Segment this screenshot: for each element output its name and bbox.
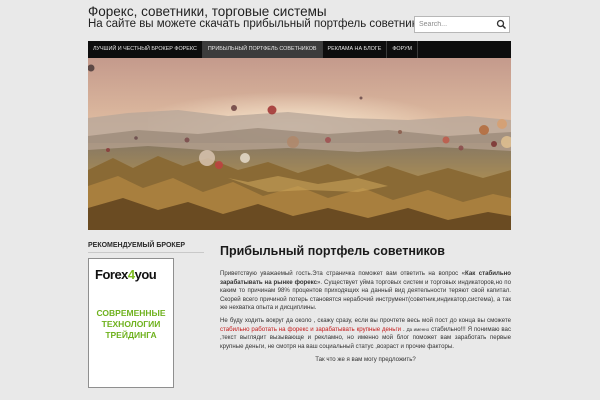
nav-item-forum[interactable]: ФОРУМ — [387, 41, 419, 58]
main-nav: ЛУЧШИЙ И ЧЕСТНЫЙ БРОКЕР ФОРЕКС ПРИБЫЛЬНЫ… — [88, 41, 511, 58]
slogan-line-2: ТЕХНОЛОГИИ — [101, 319, 161, 329]
offer-question: Так что же я вам могу предложить? — [315, 355, 416, 363]
paragraph-promise: Не буду ходить вокруг да около , скажу с… — [220, 317, 511, 350]
site-description: На сайте вы можете скачать прибыльный по… — [88, 18, 430, 30]
promise-text-a: Не буду ходить вокруг да около , скажу с… — [220, 317, 511, 324]
broker-logo: Forex4you — [95, 267, 157, 282]
post-content: Приветствую уважаемый гость.Эта страничк… — [220, 270, 511, 364]
banner-slogan: СОВРЕМЕННЫЕ ТЕХНОЛОГИИ ТРЕЙДИНГА — [89, 308, 173, 341]
sidebar-heading: РЕКОМЕНДУЕМЫЙ БРОКЕР — [88, 242, 186, 249]
post-title: Прибыльный портфель советников — [220, 244, 445, 258]
site-title[interactable]: Форекс, советники, торговые системы — [88, 4, 327, 19]
stable-earnings-link[interactable]: стабильно работать на форекс и зарабатыв… — [220, 326, 401, 333]
search-input[interactable] — [415, 17, 495, 32]
logo-part-forex: Forex — [95, 267, 128, 282]
promise-small-text: Да именно — [406, 326, 430, 332]
search-icon[interactable] — [496, 19, 507, 30]
logo-part-you: you — [134, 267, 157, 282]
paragraph-intro: Приветствую уважаемый гость.Эта страничк… — [220, 270, 511, 313]
nav-item-portfolio[interactable]: ПРИБЫЛЬНЫЙ ПОРТФЕЛЬ СОВЕТНИКОВ — [202, 41, 323, 58]
slogan-line-3: ТРЕЙДИНГА — [105, 330, 157, 340]
header-image — [88, 58, 511, 230]
sidebar-divider — [88, 252, 204, 253]
nav-item-best-broker[interactable]: ЛУЧШИЙ И ЧЕСТНЫЙ БРОКЕР ФОРЕКС — [88, 41, 203, 58]
broker-banner[interactable]: Forex4you СОВРЕМЕННЫЕ ТЕХНОЛОГИИ ТРЕЙДИН… — [88, 258, 174, 388]
intro-text-a: Приветствую уважаемый гость.Эта страничк… — [220, 270, 466, 277]
nav-item-advertising[interactable]: РЕКЛАМА НА БЛОГЕ — [323, 41, 388, 58]
slogan-line-1: СОВРЕМЕННЫЕ — [96, 308, 166, 318]
search-form — [414, 16, 510, 33]
logo-part-four: 4 — [127, 267, 135, 282]
